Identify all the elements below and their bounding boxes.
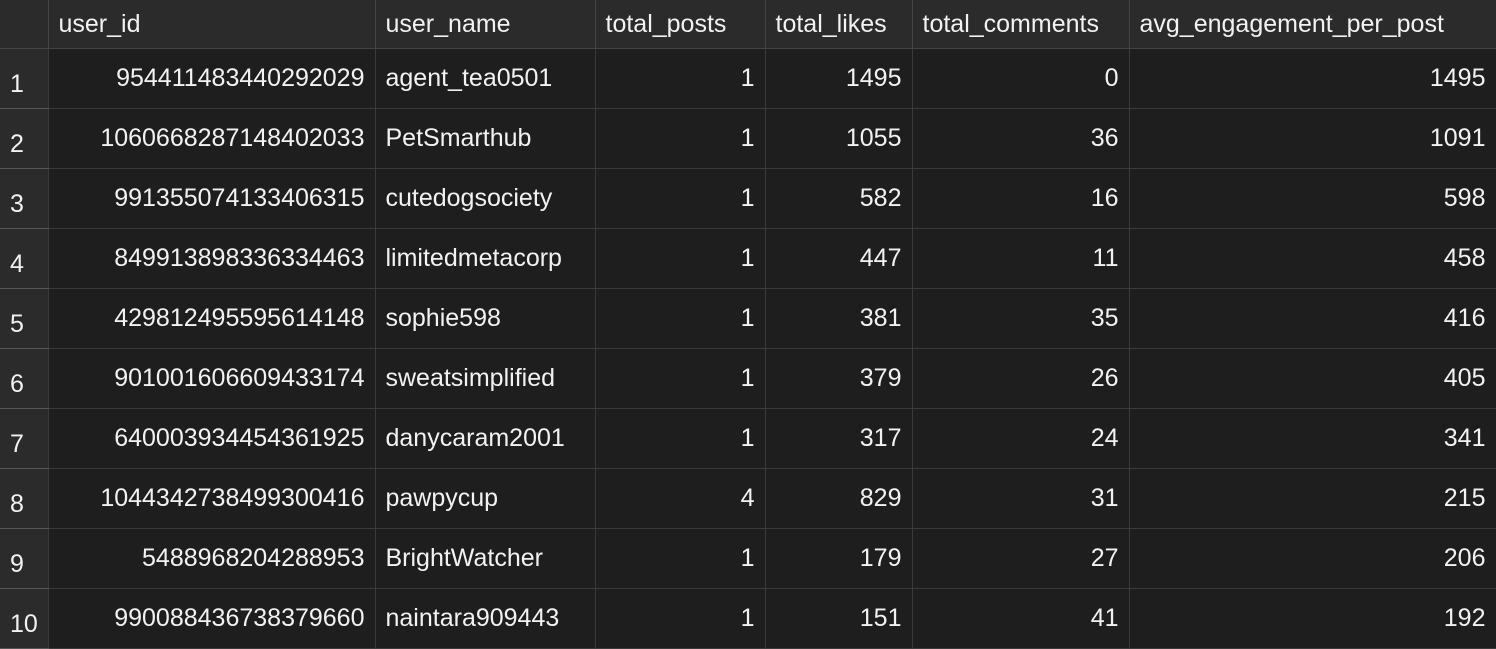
cell-avg-engagement[interactable]: 1091 bbox=[1129, 108, 1496, 169]
cell-avg-engagement[interactable]: 405 bbox=[1129, 348, 1496, 409]
cell-user-id[interactable]: 1044342738499300416 bbox=[48, 468, 376, 529]
results-table: user_id user_name total_posts total_like… bbox=[0, 0, 1496, 649]
cell-avg-engagement[interactable]: 341 bbox=[1129, 408, 1496, 469]
row-index[interactable]: 5 bbox=[0, 288, 49, 349]
cell-total-likes[interactable]: 179 bbox=[765, 528, 913, 589]
cell-user-name[interactable]: BrightWatcher bbox=[375, 528, 596, 589]
cell-avg-engagement[interactable]: 1495 bbox=[1129, 48, 1496, 109]
header-row: user_id user_name total_posts total_like… bbox=[0, 0, 1496, 49]
cell-total-posts[interactable]: 1 bbox=[595, 288, 766, 349]
row-index[interactable]: 8 bbox=[0, 468, 49, 529]
cell-user-id[interactable]: 901001606609433174 bbox=[48, 348, 376, 409]
cell-total-comments[interactable]: 0 bbox=[912, 48, 1130, 109]
row-index[interactable]: 10 bbox=[0, 588, 49, 649]
column-header-total-likes[interactable]: total_likes bbox=[765, 0, 913, 49]
row-index-header bbox=[0, 0, 49, 49]
table-row[interactable]: 7 640003934454361925 danycaram2001 1 317… bbox=[0, 408, 1496, 469]
cell-total-comments[interactable]: 24 bbox=[912, 408, 1130, 469]
cell-total-comments[interactable]: 41 bbox=[912, 588, 1130, 649]
table-row[interactable]: 5 429812495595614148 sophie598 1 381 35 … bbox=[0, 288, 1496, 349]
cell-total-posts[interactable]: 1 bbox=[595, 108, 766, 169]
cell-total-likes[interactable]: 447 bbox=[765, 228, 913, 289]
row-index[interactable]: 9 bbox=[0, 528, 49, 589]
cell-user-id[interactable]: 429812495595614148 bbox=[48, 288, 376, 349]
table-row[interactable]: 10 990088436738379660 naintara909443 1 1… bbox=[0, 588, 1496, 649]
cell-total-likes[interactable]: 1055 bbox=[765, 108, 913, 169]
cell-total-likes[interactable]: 582 bbox=[765, 168, 913, 229]
cell-total-comments[interactable]: 35 bbox=[912, 288, 1130, 349]
cell-total-comments[interactable]: 27 bbox=[912, 528, 1130, 589]
cell-user-name[interactable]: PetSmarthub bbox=[375, 108, 596, 169]
table-row[interactable]: 1 954411483440292029 agent_tea0501 1 149… bbox=[0, 48, 1496, 109]
cell-total-likes[interactable]: 151 bbox=[765, 588, 913, 649]
cell-user-name[interactable]: danycaram2001 bbox=[375, 408, 596, 469]
cell-user-id[interactable]: 991355074133406315 bbox=[48, 168, 376, 229]
cell-avg-engagement[interactable]: 598 bbox=[1129, 168, 1496, 229]
table-row[interactable]: 4 849913898336334463 limitedmetacorp 1 4… bbox=[0, 228, 1496, 289]
row-index[interactable]: 2 bbox=[0, 108, 49, 169]
column-header-user-id[interactable]: user_id bbox=[48, 0, 376, 49]
cell-total-posts[interactable]: 1 bbox=[595, 168, 766, 229]
cell-user-name[interactable]: cutedogsociety bbox=[375, 168, 596, 229]
cell-avg-engagement[interactable]: 215 bbox=[1129, 468, 1496, 529]
cell-total-posts[interactable]: 1 bbox=[595, 348, 766, 409]
cell-user-name[interactable]: sophie598 bbox=[375, 288, 596, 349]
cell-user-name[interactable]: agent_tea0501 bbox=[375, 48, 596, 109]
cell-user-name[interactable]: naintara909443 bbox=[375, 588, 596, 649]
cell-total-posts[interactable]: 1 bbox=[595, 408, 766, 469]
cell-total-likes[interactable]: 379 bbox=[765, 348, 913, 409]
row-index[interactable]: 6 bbox=[0, 348, 49, 409]
table-row[interactable]: 3 991355074133406315 cutedogsociety 1 58… bbox=[0, 168, 1496, 229]
cell-total-likes[interactable]: 1495 bbox=[765, 48, 913, 109]
cell-total-posts[interactable]: 1 bbox=[595, 588, 766, 649]
row-index[interactable]: 1 bbox=[0, 48, 49, 109]
column-header-user-name[interactable]: user_name bbox=[375, 0, 596, 49]
table-row[interactable]: 6 901001606609433174 sweatsimplified 1 3… bbox=[0, 348, 1496, 409]
cell-total-comments[interactable]: 11 bbox=[912, 228, 1130, 289]
cell-total-comments[interactable]: 31 bbox=[912, 468, 1130, 529]
column-header-total-comments[interactable]: total_comments bbox=[912, 0, 1130, 49]
cell-user-name[interactable]: limitedmetacorp bbox=[375, 228, 596, 289]
cell-user-id[interactable]: 954411483440292029 bbox=[48, 48, 376, 109]
cell-total-comments[interactable]: 36 bbox=[912, 108, 1130, 169]
cell-total-likes[interactable]: 381 bbox=[765, 288, 913, 349]
column-header-avg-engagement-per-post[interactable]: avg_engagement_per_post bbox=[1129, 0, 1496, 49]
table-row[interactable]: 9 5488968204288953 BrightWatcher 1 179 2… bbox=[0, 528, 1496, 589]
cell-avg-engagement[interactable]: 206 bbox=[1129, 528, 1496, 589]
cell-total-posts[interactable]: 1 bbox=[595, 48, 766, 109]
cell-user-name[interactable]: sweatsimplified bbox=[375, 348, 596, 409]
cell-avg-engagement[interactable]: 458 bbox=[1129, 228, 1496, 289]
row-index[interactable]: 4 bbox=[0, 228, 49, 289]
row-index[interactable]: 3 bbox=[0, 168, 49, 229]
table-row[interactable]: 2 1060668287148402033 PetSmarthub 1 1055… bbox=[0, 108, 1496, 169]
cell-total-comments[interactable]: 16 bbox=[912, 168, 1130, 229]
column-header-total-posts[interactable]: total_posts bbox=[595, 0, 766, 49]
cell-total-posts[interactable]: 1 bbox=[595, 528, 766, 589]
cell-total-posts[interactable]: 4 bbox=[595, 468, 766, 529]
row-index[interactable]: 7 bbox=[0, 408, 49, 469]
cell-user-id[interactable]: 640003934454361925 bbox=[48, 408, 376, 469]
cell-user-name[interactable]: pawpycup bbox=[375, 468, 596, 529]
cell-user-id[interactable]: 1060668287148402033 bbox=[48, 108, 376, 169]
table-row[interactable]: 8 1044342738499300416 pawpycup 4 829 31 … bbox=[0, 468, 1496, 529]
cell-avg-engagement[interactable]: 192 bbox=[1129, 588, 1496, 649]
cell-user-id[interactable]: 849913898336334463 bbox=[48, 228, 376, 289]
results-grid[interactable]: user_id user_name total_posts total_like… bbox=[0, 0, 1496, 649]
cell-avg-engagement[interactable]: 416 bbox=[1129, 288, 1496, 349]
cell-total-posts[interactable]: 1 bbox=[595, 228, 766, 289]
cell-user-id[interactable]: 990088436738379660 bbox=[48, 588, 376, 649]
cell-total-likes[interactable]: 829 bbox=[765, 468, 913, 529]
cell-user-id[interactable]: 5488968204288953 bbox=[48, 528, 376, 589]
cell-total-comments[interactable]: 26 bbox=[912, 348, 1130, 409]
cell-total-likes[interactable]: 317 bbox=[765, 408, 913, 469]
